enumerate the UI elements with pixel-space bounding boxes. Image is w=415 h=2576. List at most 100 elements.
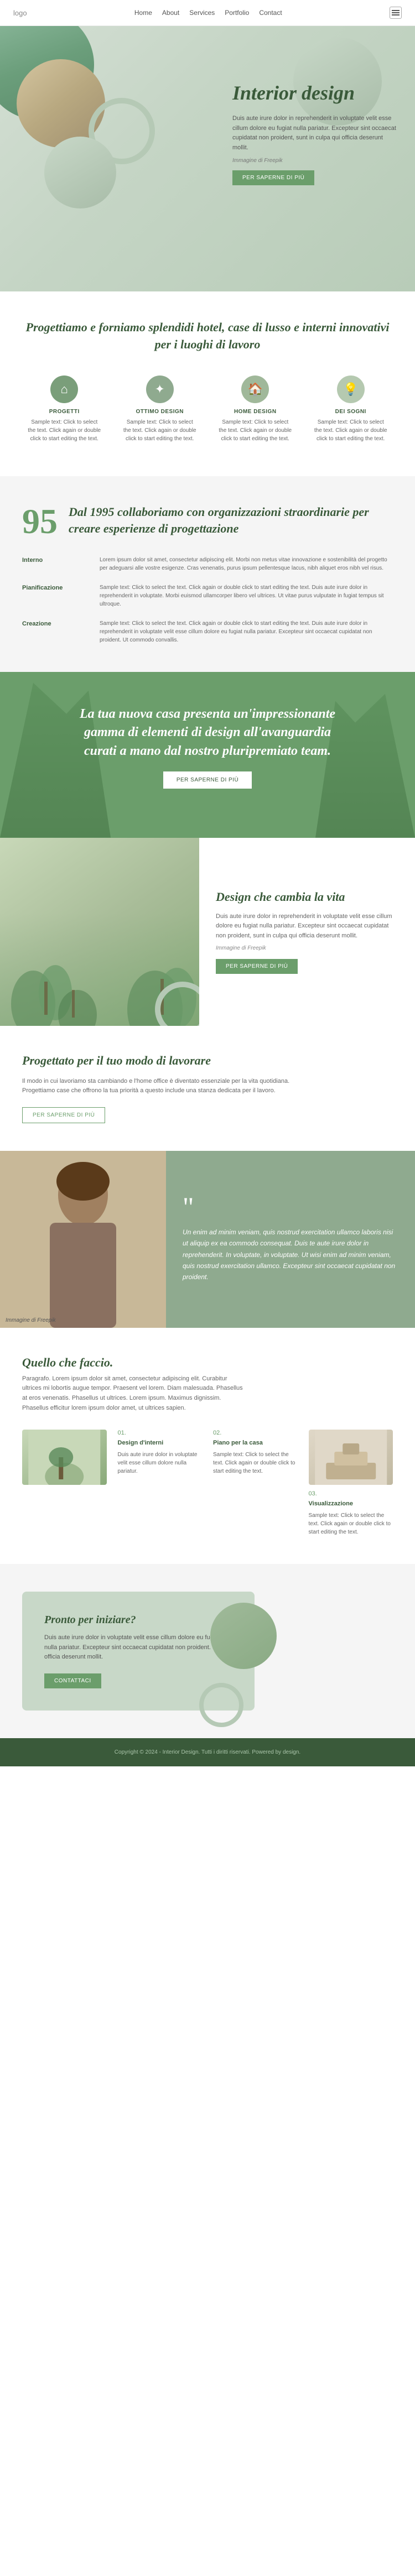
stats-header-text: Dal 1995 collaboriamo con organizzazioni…	[69, 504, 393, 538]
cta-section: Pronto per iniziare? Duis aute irure dol…	[0, 1564, 415, 1738]
hero-circle-bottom-left	[44, 137, 116, 208]
what-label-1: Piano per la casa	[213, 1440, 298, 1446]
design-icon: ✦	[155, 382, 165, 397]
work-image: Immagine di Freepik	[0, 1151, 166, 1328]
work-image-caption: Immagine di Freepik	[6, 1317, 56, 1323]
cta-heading: Pronto per iniziare?	[44, 1614, 232, 1626]
work-section: Progettato per il tuo modo di lavorare I…	[0, 1026, 415, 1151]
service-label-2: HOME DESIGN	[219, 409, 292, 415]
stat-desc-2: Sample text: Click to select the text. C…	[100, 619, 393, 644]
nav-contact[interactable]: Contact	[259, 9, 282, 17]
service-text-3: Sample text: Click to select the text. C…	[314, 418, 388, 443]
hero-caption: Immagine di Freepik	[232, 158, 398, 164]
work-text: Il modo in cui lavoriamo sta cambiando e…	[22, 1077, 299, 1096]
what-item-0: 01. Design d'interni Duis aute irure dol…	[118, 1430, 203, 1536]
house-icon: ⌂	[61, 382, 68, 397]
service-text-1: Sample text: Click to select the text. C…	[123, 418, 197, 443]
banner-heading: La tua nuova casa presenta un'impression…	[69, 705, 346, 761]
stat-label-1: Pianificazione	[22, 583, 89, 591]
what-label-2: Visualizzazione	[309, 1500, 393, 1507]
design-caption: Immagine di Freepik	[216, 945, 398, 951]
services-grid: ⌂ PROGETTI Sample text: Click to select …	[22, 370, 393, 449]
cta-circle-decoration	[210, 1603, 277, 1669]
cta-button[interactable]: CONTATTACI	[44, 1673, 101, 1688]
logo: logo	[13, 9, 27, 17]
home-icon: 🏠	[248, 382, 263, 397]
banner-button[interactable]: PER SAPERNE DI PIÙ	[163, 771, 252, 789]
work-button[interactable]: PER SAPERNE DI PIÙ	[22, 1107, 105, 1123]
service-icon-3: 💡	[337, 376, 365, 403]
idea-icon: 💡	[343, 382, 358, 397]
hero-image-4	[44, 137, 116, 208]
what-grid: 01. Design d'interni Duis aute irure dol…	[22, 1430, 393, 1536]
design-section: Design che cambia la vita Duis aute irur…	[0, 838, 415, 1026]
service-icon-2: 🏠	[241, 376, 269, 403]
what-item-2: 03. Visualizzazione Sample text: Click t…	[309, 1430, 393, 1536]
services-section: Progettiamo e forniamo splendidi hotel, …	[0, 291, 415, 476]
menu-icon[interactable]	[390, 7, 402, 19]
hero-cta-button[interactable]: PER SAPERNE DI PIÙ	[232, 170, 314, 185]
what-text-2: Sample text: Click to select the text. C…	[309, 1511, 393, 1536]
hero-title: Interior design	[232, 81, 398, 105]
service-label-0: PROGETTI	[28, 409, 101, 415]
work-heading: Progettato per il tuo modo di lavorare	[22, 1054, 393, 1068]
what-heading: Quello che faccio.	[22, 1355, 393, 1370]
what-item-image	[22, 1430, 107, 1536]
stat-label-0: Interno	[22, 556, 89, 564]
service-label-1: OTTIMO DESIGN	[123, 409, 197, 415]
green-banner-section: La tua nuova casa presenta un'impression…	[0, 672, 415, 838]
navbar: logo Home About Services Portfolio Conta…	[0, 0, 415, 26]
work-image-section: Immagine di Freepik " Un enim ad minim v…	[0, 1151, 415, 1328]
footer-text: Copyright © 2024 - Interior Design. Tutt…	[22, 1749, 393, 1755]
service-text-2: Sample text: Click to select the text. C…	[219, 418, 292, 443]
design-text: Duis aute irure dolor in reprehenderit i…	[216, 912, 398, 941]
what-section: Quello che faccio. Paragrafo. Lorem ipsu…	[0, 1328, 415, 1564]
stat-row-1: Pianificazione Sample text: Click to sel…	[22, 583, 393, 608]
service-item-2: 🏠 HOME DESIGN Sample text: Click to sele…	[213, 370, 298, 449]
hero-section: Interior design Duis aute irure dolor in…	[0, 26, 415, 291]
stats-items: Interno Lorem ipsum dolor sit amet, cons…	[22, 556, 393, 644]
quote-mark-icon: "	[183, 1196, 398, 1218]
stats-header: 95 Dal 1995 collaboriamo con organizzazi…	[22, 504, 393, 539]
nav-about[interactable]: About	[162, 9, 179, 17]
what-num-1: 02.	[213, 1430, 298, 1436]
what-text-0: Duis aute irure dolor in voluptate velit…	[118, 1451, 203, 1475]
design-image	[0, 838, 199, 1026]
hero-description: Duis aute irure dolor in reprehenderit i…	[232, 114, 398, 153]
nav-home[interactable]: Home	[134, 9, 152, 17]
cta-box: Pronto per iniziare? Duis aute irure dol…	[22, 1592, 255, 1711]
what-num-0: 01.	[118, 1430, 203, 1436]
what-text-1: Sample text: Click to select the text. C…	[213, 1451, 298, 1475]
stat-row-2: Creazione Sample text: Click to select t…	[22, 619, 393, 644]
hero-content: Interior design Duis aute irure dolor in…	[232, 81, 398, 185]
cta-text: Duis aute irure dolor in voluptate velit…	[44, 1633, 232, 1662]
design-content: Design che cambia la vita Duis aute irur…	[199, 838, 415, 1026]
service-item-0: ⌂ PROGETTI Sample text: Click to select …	[22, 370, 107, 449]
stat-label-2: Creazione	[22, 619, 89, 627]
testimonial-box: " Un enim ad minim veniam, quis nostrud …	[166, 1151, 415, 1328]
service-icon-1: ✦	[146, 376, 174, 403]
what-image	[22, 1430, 107, 1485]
nav-portfolio[interactable]: Portfolio	[225, 9, 249, 17]
what-num-2: 03.	[309, 1490, 393, 1497]
footer: Copyright © 2024 - Interior Design. Tutt…	[0, 1738, 415, 1766]
stats-section: 95 Dal 1995 collaboriamo con organizzazi…	[0, 476, 415, 672]
stat-desc-1: Sample text: Click to select the text. C…	[100, 583, 393, 608]
stat-row-0: Interno Lorem ipsum dolor sit amet, cons…	[22, 556, 393, 572]
what-image-2	[309, 1430, 393, 1485]
what-label-0: Design d'interni	[118, 1440, 203, 1446]
service-item-1: ✦ OTTIMO DESIGN Sample text: Click to se…	[118, 370, 203, 449]
cta-circle2-decoration	[199, 1683, 243, 1727]
stats-number: 95	[22, 504, 58, 539]
nav-menu: Home About Services Portfolio Contact	[134, 9, 282, 17]
services-heading: Progettiamo e forniamo splendidi hotel, …	[22, 319, 393, 353]
service-text-0: Sample text: Click to select the text. C…	[28, 418, 101, 443]
what-item-1: 02. Piano per la casa Sample text: Click…	[213, 1430, 298, 1536]
design-title: Design che cambia la vita	[216, 889, 398, 905]
service-label-3: DEI SOGNI	[314, 409, 388, 415]
stats-heading: Dal 1995 collaboriamo con organizzazioni…	[69, 504, 393, 538]
nav-services[interactable]: Services	[189, 9, 215, 17]
design-button[interactable]: PER SAPERNE DI PIÙ	[216, 959, 298, 974]
stat-desc-0: Lorem ipsum dolor sit amet, consectetur …	[100, 556, 393, 572]
service-icon-0: ⌂	[50, 376, 78, 403]
